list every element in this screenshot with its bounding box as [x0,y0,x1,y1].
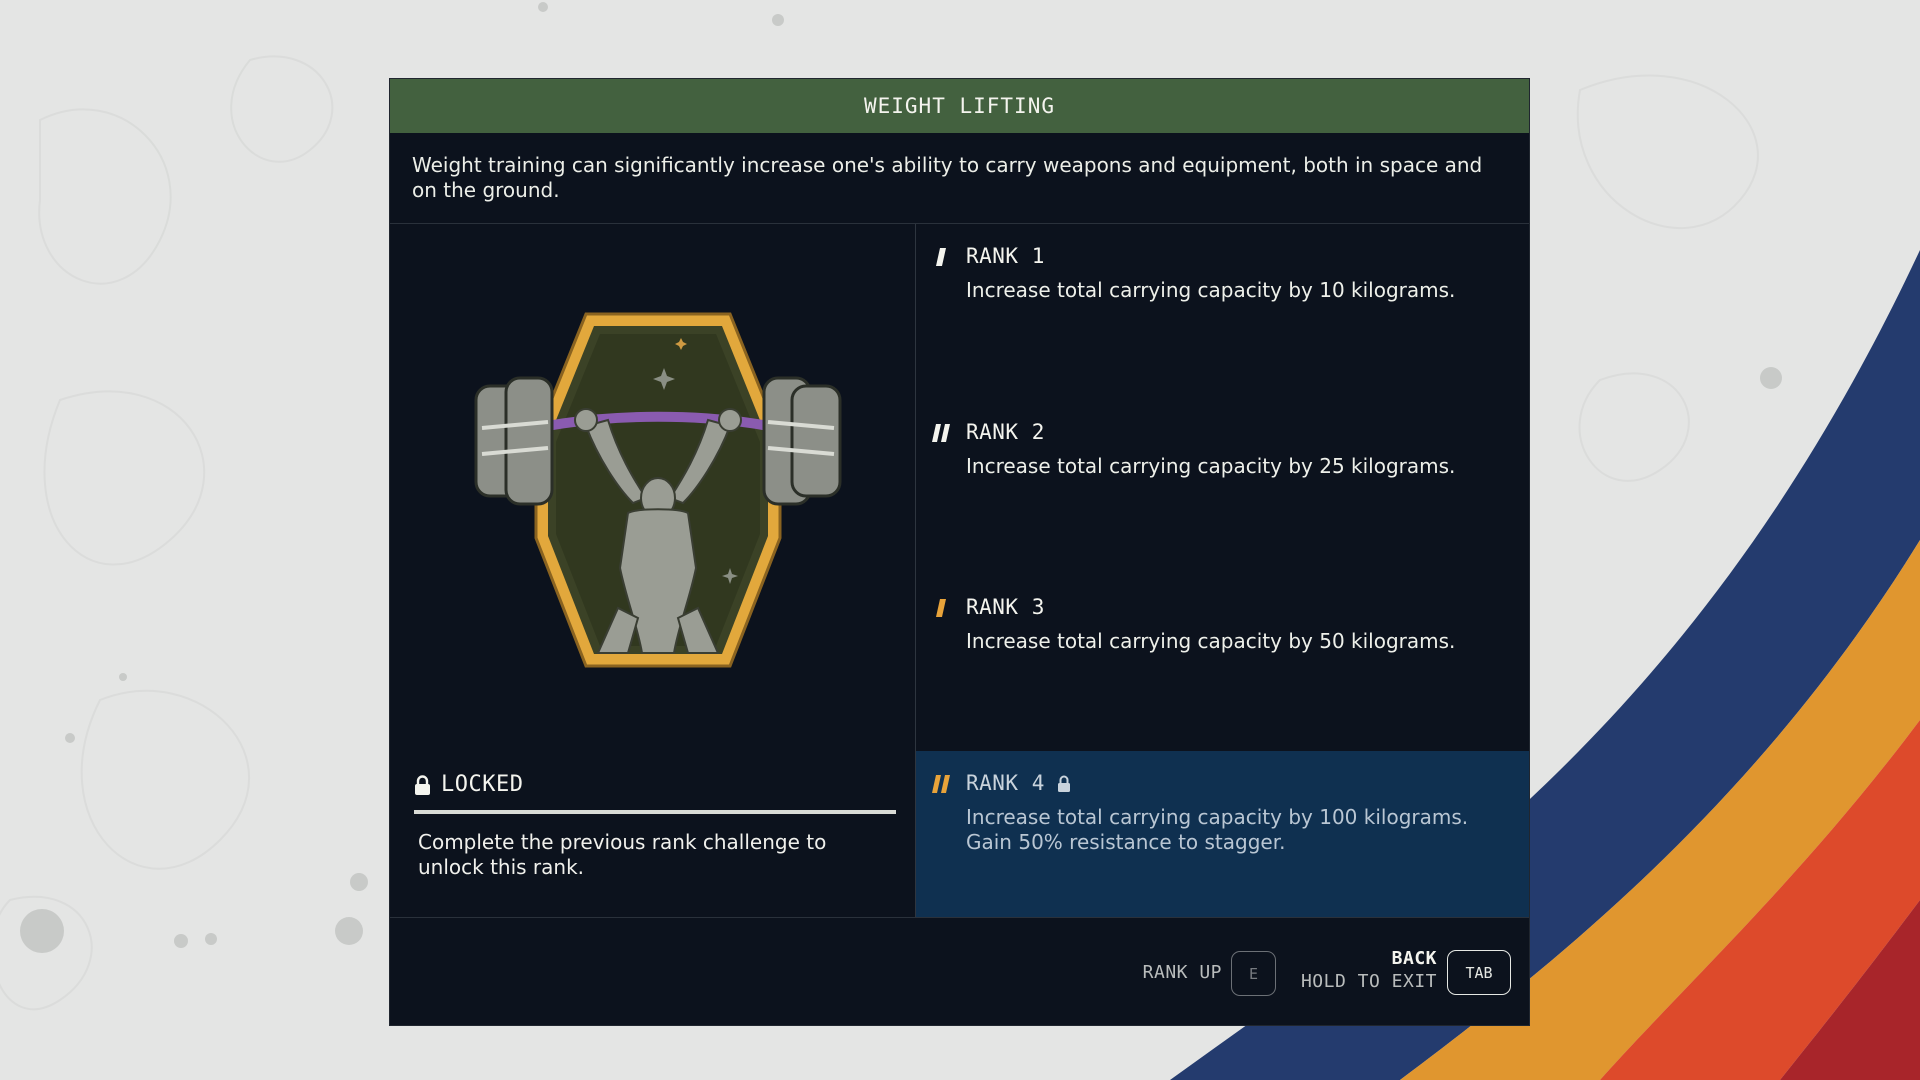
back-key-button[interactable]: TAB [1447,950,1511,995]
rank-1-pip-icon [936,248,946,266]
back-label: BACK [1391,948,1437,969]
rank-description: Increase total carrying capacity by 100 … [966,805,1469,854]
rank-title: RANK 3 [966,595,1045,619]
rank-up-key-button[interactable]: E [1231,951,1276,996]
skill-panel: WEIGHT LIFTING Weight training can signi… [389,78,1530,1026]
rank-description: Increase total carrying capacity by 25 k… [966,454,1456,478]
rank-title: RANK 1 [966,244,1045,268]
weightlifter-patch-icon [474,312,842,668]
skill-description: Weight training can significantly increa… [390,133,1529,224]
rank-item-1[interactable]: RANK 1 Increase total carrying capacity … [916,244,1529,303]
locked-message: Complete the previous rank challenge to … [418,830,827,879]
lock-icon [415,774,430,795]
skill-content: LOCKED Complete the previous rank challe… [390,224,1529,917]
rank-3-pip-icon [936,599,946,617]
hold-to-exit-label: HOLD TO EXIT [1300,971,1437,992]
rank-title: RANK 2 [966,420,1045,444]
footer-controls: RANK UP E BACK HOLD TO EXIT TAB [390,917,1529,1025]
rank-item-4-selected[interactable]: RANK 4 Increase total carrying capacity … [916,751,1529,917]
rank-4-pip-icon [932,775,950,793]
lock-icon [1057,775,1070,792]
rank-description: Increase total carrying capacity by 10 k… [966,278,1456,302]
locked-divider [414,810,896,814]
rank-item-2[interactable]: RANK 2 Increase total carrying capacity … [916,420,1529,479]
rank-list: RANK 1 Increase total carrying capacity … [916,224,1529,917]
rank-item-3[interactable]: RANK 3 Increase total carrying capacity … [916,595,1529,654]
rank-2-pip-icon [932,424,950,442]
badge-column: LOCKED Complete the previous rank challe… [390,224,916,917]
locked-label: LOCKED [441,772,524,797]
rank-description: Increase total carrying capacity by 50 k… [966,629,1456,653]
locked-status: LOCKED [414,772,523,797]
back-prompt: BACK HOLD TO EXIT [1301,948,1437,992]
skill-title: WEIGHT LIFTING [390,79,1529,133]
rank-title-row: RANK 4 [966,771,1529,795]
rank-title: RANK 4 [966,771,1045,795]
rank-up-label: RANK UP [1142,962,1222,983]
